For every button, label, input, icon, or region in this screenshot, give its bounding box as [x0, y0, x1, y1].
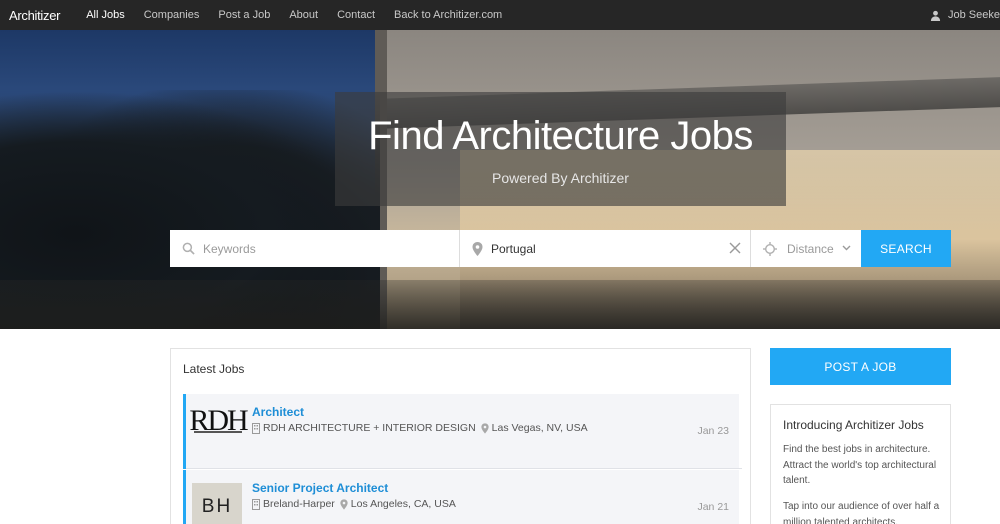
location-segment	[460, 230, 751, 267]
job-date: Jan 21	[697, 501, 729, 513]
latest-jobs-panel: Latest Jobs RDH Architect RDH ARCHITECTU…	[170, 348, 751, 524]
job-title-link[interactable]: Architect	[252, 405, 304, 419]
job-card[interactable]: RDH Architect RDH ARCHITECTURE + INTERIO…	[183, 394, 742, 469]
architizer-logo[interactable]: Architizer	[9, 8, 60, 23]
job-date: Jan 23	[697, 425, 729, 437]
job-company: Breland-Harper	[263, 498, 335, 510]
hero-banner: Find Architecture Jobs Powered By Archit…	[0, 30, 1000, 329]
search-icon	[182, 242, 195, 255]
distance-label: Distance	[787, 241, 834, 256]
nav-link-about[interactable]: About	[289, 9, 318, 21]
company-logo-bh: BH	[192, 483, 242, 524]
intro-text: Find the best jobs in architecture. Attr…	[783, 444, 937, 486]
distance-select[interactable]: Distance	[751, 230, 861, 267]
nav-link-back-to-architizer[interactable]: Back to Architizer.com	[394, 9, 502, 21]
user-menu-label: Job Seeke	[948, 9, 1000, 21]
nav-link-post-a-job[interactable]: Post a Job	[218, 9, 270, 21]
top-nav: Architizer All Jobs Companies Post a Job…	[0, 0, 1000, 30]
hero-title-box: Find Architecture Jobs Powered By Archit…	[335, 92, 786, 206]
location-input[interactable]	[491, 230, 726, 267]
job-location: Los Angeles, CA, USA	[350, 498, 456, 510]
hero-ground	[0, 280, 1000, 329]
intro-title: Introducing Architizer Jobs	[783, 418, 924, 432]
job-meta: RDH ARCHITECTURE + INTERIOR DESIGN Las V…	[252, 422, 588, 434]
search-button[interactable]: SEARCH	[861, 230, 951, 267]
company-logo-rdh: RDH	[189, 403, 248, 439]
nav-link-contact[interactable]: Contact	[337, 9, 375, 21]
person-icon	[930, 10, 941, 21]
keywords-segment	[170, 230, 460, 267]
building-icon	[252, 498, 260, 510]
intro-text-audience: Tap into our audience of over half a mil…	[783, 501, 940, 524]
job-location: Las Vegas, NV, USA	[491, 422, 588, 434]
job-title-link[interactable]: Senior Project Architect	[252, 481, 388, 495]
page-title: Find Architecture Jobs	[368, 114, 753, 158]
job-search-bar: Distance SEARCH	[170, 230, 951, 267]
job-meta: Breland-Harper Los Angeles, CA, USA	[252, 498, 456, 510]
job-card[interactable]: BH Senior Project Architect Breland-Harp…	[183, 470, 739, 524]
building-icon	[252, 422, 260, 434]
user-menu[interactable]: Job Seeke	[930, 0, 1000, 30]
chevron-down-icon	[842, 245, 851, 251]
latest-jobs-heading: Latest Jobs	[183, 362, 245, 376]
crosshair-icon	[763, 241, 777, 256]
job-company: RDH ARCHITECTURE + INTERIOR DESIGN	[263, 422, 476, 434]
post-a-job-button[interactable]: POST A JOB	[770, 348, 951, 385]
location-pin-icon	[472, 241, 483, 256]
nav-link-all-jobs[interactable]: All Jobs	[86, 9, 125, 21]
location-pin-icon	[481, 422, 489, 434]
company-logo-rdh-underline	[194, 431, 242, 433]
intro-panel: Introducing Architizer Jobs Find the bes…	[770, 404, 951, 524]
page-subtitle: Powered By Architizer	[492, 170, 629, 186]
company-logo-bh-text: BH	[201, 496, 233, 517]
keywords-input[interactable]	[203, 230, 453, 267]
location-pin-icon	[340, 498, 348, 510]
job-card-separator	[186, 468, 742, 469]
nav-link-companies[interactable]: Companies	[144, 9, 200, 21]
clear-location-icon[interactable]	[728, 241, 742, 255]
